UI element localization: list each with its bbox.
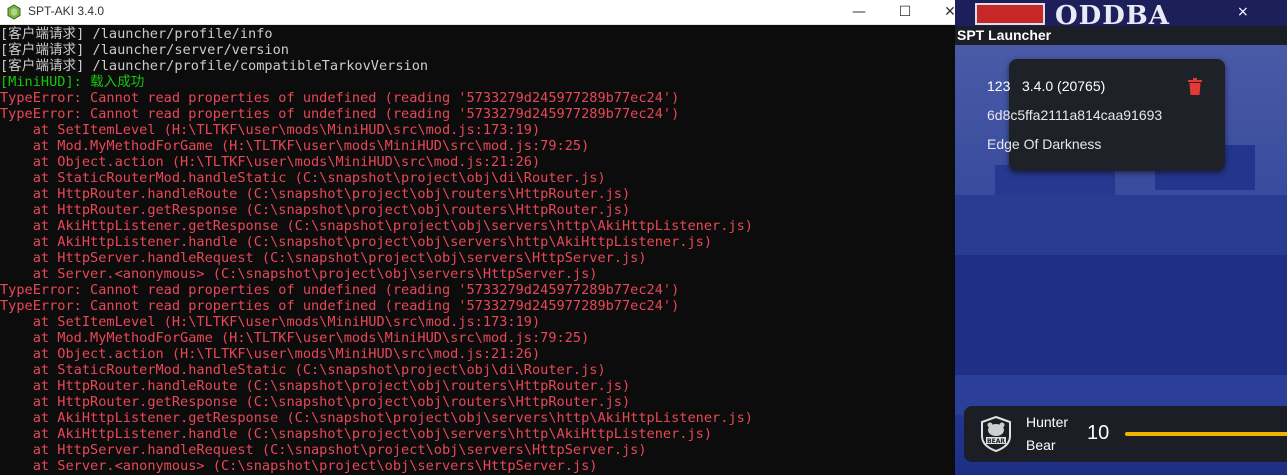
console-line: at AkiHttpListener.handle (C:\snapshot\p… [0, 426, 713, 442]
background-close-icon[interactable]: × [1237, 4, 1249, 20]
console-line: TypeError: Cannot read properties of und… [0, 106, 680, 122]
player-nickname: Hunter [1026, 414, 1069, 430]
console-line: at StaticRouterMod.handleStatic (C:\snap… [0, 170, 606, 186]
background-window-strip: ODDBA × [955, 0, 1287, 30]
brand-logo-icon [975, 3, 1045, 25]
console-line: TypeError: Cannot read properties of und… [0, 298, 680, 314]
console-titlebar[interactable]: SPT-AKI 3.4.0 — ☐ ✕ [0, 0, 955, 25]
console-line: at HttpServer.handleRequest (C:\snapshot… [0, 442, 647, 458]
console-line: at HttpRouter.handleRoute (C:\snapshot\p… [0, 378, 631, 394]
console-line: at Server.<anonymous> (C:\snapshot\proje… [0, 266, 598, 282]
console-line: at SetItemLevel (H:\TLTKF\user\mods\Mini… [0, 314, 541, 330]
profile-edition: Edge Of Darkness [987, 136, 1102, 152]
console-line: [MiniHUD]: 载入成功 [0, 74, 145, 90]
console-line: [客户端请求] /launcher/profile/compatibleTark… [0, 58, 429, 74]
console-line: at HttpRouter.handleRoute (C:\snapshot\p… [0, 186, 631, 202]
xp-progress-bar [1125, 432, 1287, 436]
launcher-window: ODDBA × SPT Launcher 123 3.4.0 (20765) 6… [955, 0, 1287, 475]
app-hexagon-icon [7, 4, 21, 20]
console-line: at Mod.MyMethodForGame (H:\TLTKF\user\mo… [0, 330, 590, 346]
console-line: at Object.action (H:\TLTKF\user\mods\Min… [0, 154, 541, 170]
console-window: SPT-AKI 3.4.0 — ☐ ✕ [客户端请求] /launcher/pr… [0, 0, 955, 475]
bear-icon: BEAR [981, 416, 1011, 452]
profile-id: 6d8c5ffa2111a814caa91693 [987, 107, 1163, 123]
close-button[interactable]: ✕ [927, 0, 955, 24]
svg-text:BEAR: BEAR [987, 438, 1005, 445]
console-line: [客户端请求] /launcher/profile/info [0, 26, 273, 42]
art-water [955, 255, 1287, 375]
console-line: at AkiHttpListener.handle (C:\snapshot\p… [0, 234, 713, 250]
player-side: Bear [1026, 437, 1056, 453]
console-line: TypeError: Cannot read properties of und… [0, 282, 680, 298]
console-line: at AkiHttpListener.getResponse (C:\snaps… [0, 218, 753, 234]
console-log[interactable]: [客户端请求] /launcher/profile/info [客户端请求] /l… [0, 26, 955, 474]
console-line: [客户端请求] /launcher/server/version [0, 42, 289, 58]
console-line: at Object.action (H:\TLTKF\user\mods\Min… [0, 346, 541, 362]
console-line: TypeError: Cannot read properties of und… [0, 90, 680, 106]
profile-username: 123 [987, 78, 1011, 94]
player-level: 10 [1087, 422, 1110, 444]
console-line: at AkiHttpListener.getResponse (C:\snaps… [0, 410, 753, 426]
console-line: at HttpServer.handleRequest (C:\snapshot… [0, 250, 647, 266]
minimize-button[interactable]: — [836, 0, 882, 24]
console-line: at StaticRouterMod.handleStatic (C:\snap… [0, 362, 606, 378]
art-ridge [955, 195, 1287, 255]
console-line: at Mod.MyMethodForGame (H:\TLTKF\user\mo… [0, 138, 590, 154]
console-line: at HttpRouter.getResponse (C:\snapshot\p… [0, 394, 631, 410]
maximize-button[interactable]: ☐ [882, 0, 928, 24]
console-line: at Server.<anonymous> (C:\snapshot\proje… [0, 458, 598, 474]
trash-icon[interactable] [1187, 78, 1203, 96]
console-line: at SetItemLevel (H:\TLTKF\user\mods\Mini… [0, 122, 541, 138]
launcher-title: SPT Launcher [957, 27, 1052, 43]
console-title: SPT-AKI 3.4.0 [28, 4, 105, 18]
launcher-titlebar[interactable]: SPT Launcher [955, 26, 1287, 46]
console-line: at HttpRouter.getResponse (C:\snapshot\p… [0, 202, 631, 218]
profile-version: 3.4.0 (20765) [1022, 78, 1106, 94]
